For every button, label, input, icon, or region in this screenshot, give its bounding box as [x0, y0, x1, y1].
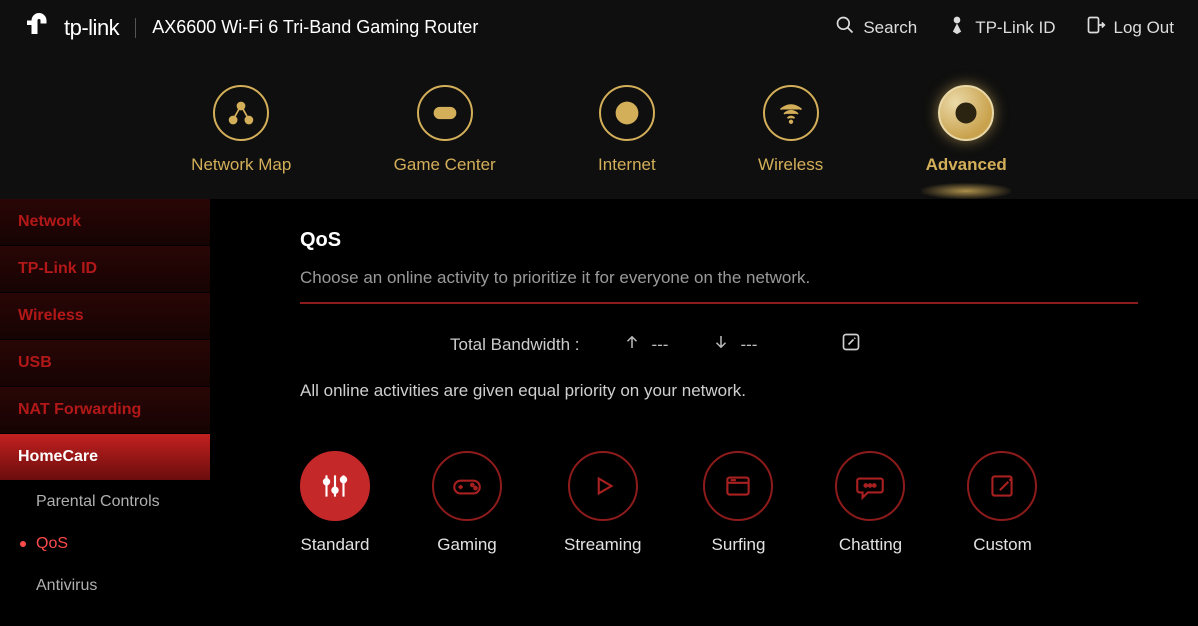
sidebar-sub-qos[interactable]: QoS [0, 523, 210, 565]
edit-bandwidth-button[interactable] [841, 332, 861, 357]
search-action[interactable]: Search [835, 15, 917, 40]
tplink-id-action[interactable]: TP-Link ID [947, 15, 1055, 40]
nav-wireless[interactable]: Wireless [758, 85, 823, 175]
bandwidth-up: --- [623, 333, 668, 356]
bandwidth-down: --- [712, 333, 757, 356]
content-area: Network TP-Link ID Wireless USB NAT Forw… [0, 199, 1198, 626]
mode-label: Gaming [437, 535, 497, 555]
logout-action[interactable]: Log Out [1086, 15, 1175, 40]
nav-label: Network Map [191, 155, 291, 175]
nav-label: Game Center [394, 155, 496, 175]
panel-description: Choose an online activity to prioritize … [300, 268, 1138, 304]
network-map-icon [213, 85, 269, 141]
nav-label: Wireless [758, 155, 823, 175]
bandwidth-row: Total Bandwidth : --- --- [300, 332, 1138, 357]
qos-modes: Standard Gaming Streaming Surfing [300, 451, 1138, 555]
gamepad-icon [417, 85, 473, 141]
mode-custom[interactable]: Custom [967, 451, 1037, 555]
nav-game-center[interactable]: Game Center [394, 85, 496, 175]
sidebar-sub-parental-controls[interactable]: Parental Controls [0, 481, 210, 523]
tplink-id-label: TP-Link ID [975, 18, 1055, 38]
user-pin-icon [947, 15, 967, 40]
mode-gaming[interactable]: Gaming [432, 451, 502, 555]
mode-surfing[interactable]: Surfing [703, 451, 773, 555]
tplink-logo-icon [24, 10, 54, 45]
mode-label: Custom [973, 535, 1032, 555]
mode-label: Surfing [712, 535, 766, 555]
qos-panel: QoS Choose an online activity to priorit… [210, 199, 1198, 626]
chat-icon [835, 451, 905, 521]
nav-label: Internet [598, 155, 656, 175]
top-bar: tp-link AX6600 Wi-Fi 6 Tri-Band Gaming R… [0, 0, 1198, 55]
sidebar-sub-antivirus[interactable]: Antivirus [0, 565, 210, 607]
product-name: AX6600 Wi-Fi 6 Tri-Band Gaming Router [152, 17, 478, 38]
sidebar-item-tplink-id[interactable]: TP-Link ID [0, 246, 210, 293]
sliders-icon [300, 451, 370, 521]
globe-icon [599, 85, 655, 141]
main-nav: Network Map Game Center Internet Wireles… [0, 55, 1198, 199]
mode-chatting[interactable]: Chatting [835, 451, 905, 555]
mode-standard[interactable]: Standard [300, 451, 370, 555]
browser-icon [703, 451, 773, 521]
gear-core-icon [938, 85, 994, 141]
panel-title: QoS [300, 229, 1138, 252]
edit-icon [841, 337, 861, 356]
arrow-up-icon [623, 333, 641, 356]
gamepad2-icon [432, 451, 502, 521]
nav-network-map[interactable]: Network Map [191, 85, 291, 175]
nav-advanced[interactable]: Advanced [926, 85, 1007, 175]
logout-label: Log Out [1114, 18, 1175, 38]
bandwidth-label: Total Bandwidth : [450, 335, 579, 355]
logout-icon [1086, 15, 1106, 40]
divider [135, 18, 136, 38]
sidebar-item-usb[interactable]: USB [0, 340, 210, 387]
arrow-down-icon [712, 333, 730, 356]
qos-status-text: All online activities are given equal pr… [300, 381, 1138, 401]
edit-square-icon [967, 451, 1037, 521]
bandwidth-up-value: --- [651, 335, 668, 355]
nav-label: Advanced [926, 155, 1007, 175]
mode-label: Streaming [564, 535, 641, 555]
mode-streaming[interactable]: Streaming [564, 451, 641, 555]
mode-label: Standard [301, 535, 370, 555]
bandwidth-down-value: --- [740, 335, 757, 355]
search-icon [835, 15, 855, 40]
sidebar: Network TP-Link ID Wireless USB NAT Forw… [0, 199, 210, 626]
sidebar-item-nat-forwarding[interactable]: NAT Forwarding [0, 387, 210, 434]
sidebar-item-wireless[interactable]: Wireless [0, 293, 210, 340]
search-label: Search [863, 18, 917, 38]
mode-label: Chatting [839, 535, 902, 555]
sidebar-item-homecare[interactable]: HomeCare [0, 434, 210, 481]
brand-group: tp-link [24, 10, 119, 45]
brand-text: tp-link [64, 15, 119, 41]
play-icon [568, 451, 638, 521]
wifi-icon [763, 85, 819, 141]
nav-internet[interactable]: Internet [598, 85, 656, 175]
sidebar-item-network[interactable]: Network [0, 199, 210, 246]
